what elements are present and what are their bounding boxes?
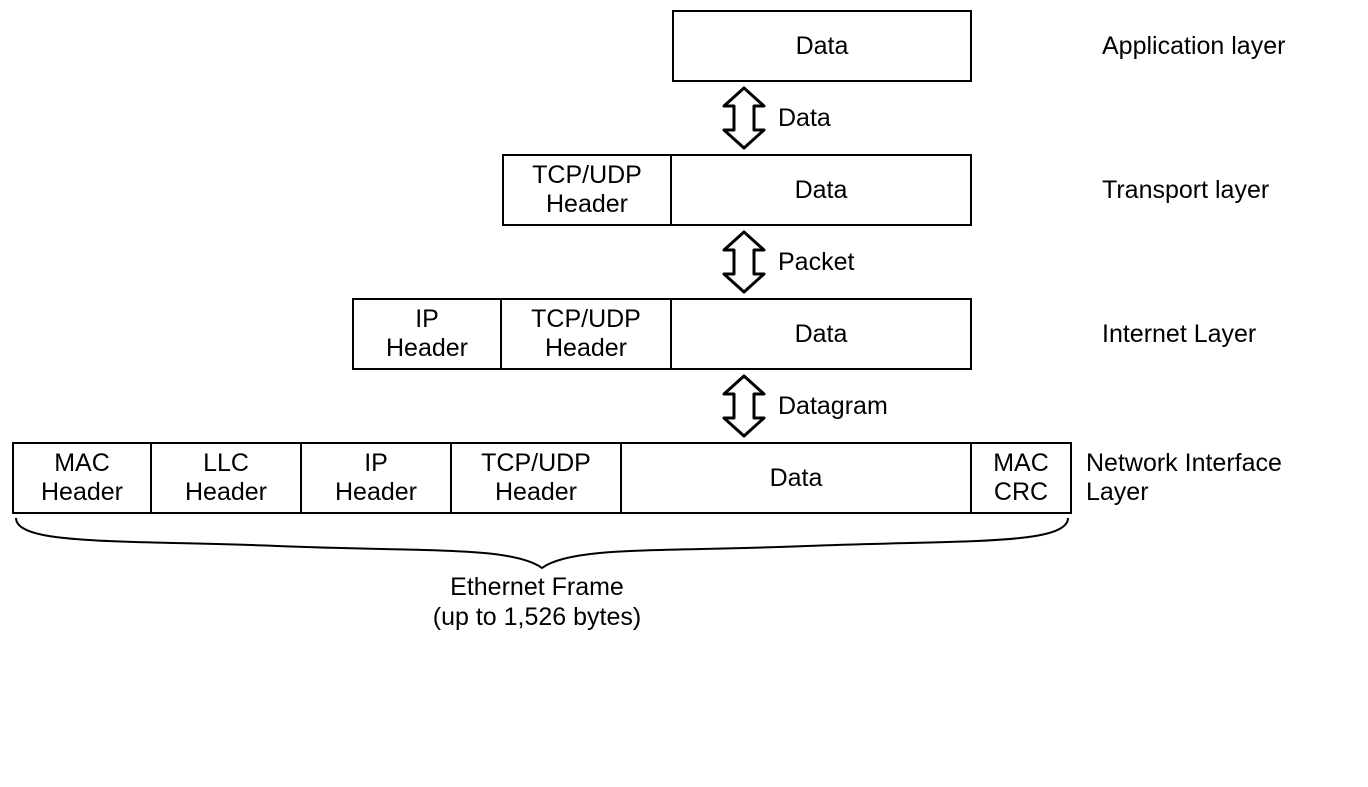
arrow-slot-3: Datagram [12,370,1356,442]
arrow-label-2: Packet [778,248,854,277]
label-application-layer: Application layer [1102,32,1285,61]
cell-trans-data: Data [672,154,972,226]
cell-ni-tcpudp-header: TCP/UDP Header [452,442,622,514]
double-arrow-icon [720,374,768,438]
arrow-label-3: Datagram [778,392,888,421]
internet-boxes: IP Header TCP/UDP Header Data [352,298,972,370]
cell-trans-tcpudp: TCP/UDP Header [502,154,672,226]
network-interface-boxes: MAC Header LLC Header IP Header TCP/UDP … [12,442,1072,514]
arrow-slot-1: Data [12,82,1356,154]
cell-ni-llc-header: LLC Header [152,442,302,514]
cell-app-data: Data [672,10,972,82]
label-transport-layer: Transport layer [1102,176,1269,205]
cell-ni-ip-header: IP Header [302,442,452,514]
label-internet-layer: Internet Layer [1102,320,1256,349]
brace-area: Ethernet Frame (up to 1,526 bytes) [12,514,1356,644]
arrow-slot-2: Packet [12,226,1356,298]
arrow-label-1: Data [778,104,831,133]
cell-int-ip: IP Header [352,298,502,370]
row-network-interface: MAC Header LLC Header IP Header TCP/UDP … [12,442,1356,514]
curly-brace-icon [12,516,1072,571]
double-arrow-icon [720,86,768,150]
cell-ni-mac-crc: MAC CRC [972,442,1072,514]
encapsulation-diagram: Data Application layer Data TCP/UDP Head… [12,10,1356,644]
cell-int-tcpudp: TCP/UDP Header [502,298,672,370]
transport-boxes: TCP/UDP Header Data [502,154,972,226]
brace-caption: Ethernet Frame (up to 1,526 bytes) [12,572,1062,632]
cell-ni-mac-header: MAC Header [12,442,152,514]
label-network-interface-layer: Network Interface Layer [1086,449,1282,507]
double-arrow-icon [720,230,768,294]
cell-ni-data: Data [622,442,972,514]
cell-int-data: Data [672,298,972,370]
application-boxes: Data [672,10,972,82]
row-application: Data Application layer [12,10,1356,82]
row-transport: TCP/UDP Header Data Transport layer [12,154,1356,226]
row-internet: IP Header TCP/UDP Header Data Internet L… [12,298,1356,370]
